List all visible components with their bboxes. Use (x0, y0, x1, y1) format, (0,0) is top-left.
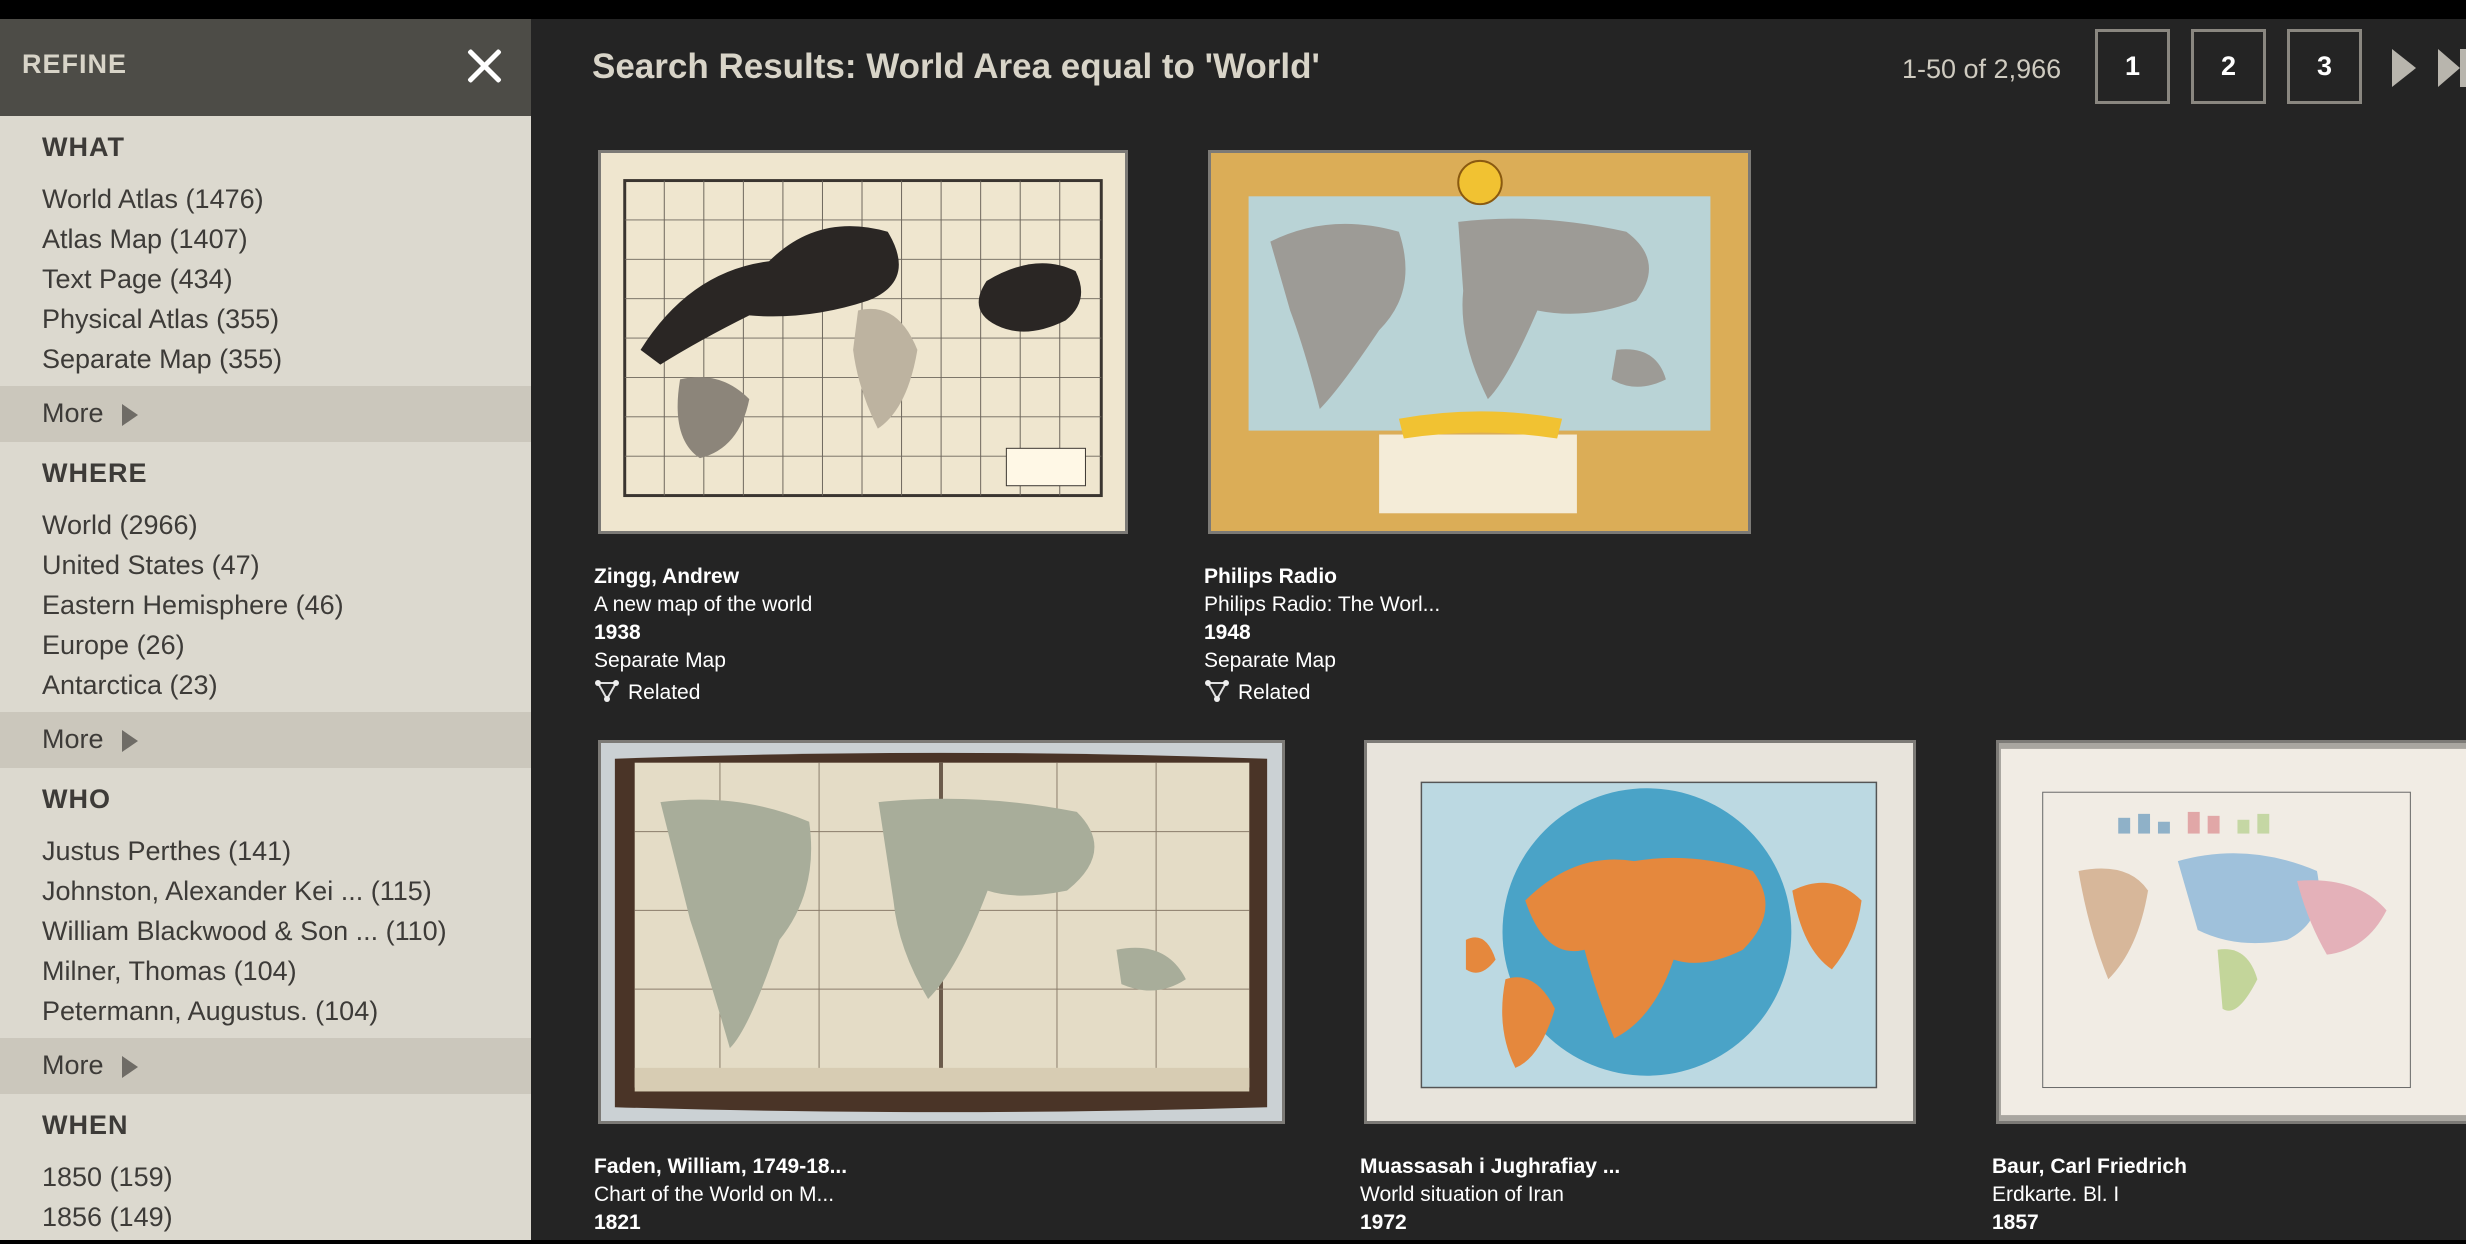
page-button-1[interactable]: 1 (2095, 29, 2170, 104)
close-icon[interactable] (462, 44, 506, 88)
facet-heading: WHAT (42, 132, 125, 162)
result-author[interactable]: Zingg, Andrew (594, 565, 739, 589)
facet-item[interactable]: World Atlas (1476) (42, 184, 264, 215)
result-count: 1-50 of 2,966 (1902, 54, 2062, 84)
result-author[interactable]: Philips Radio (1204, 565, 1337, 589)
result-type: Statistical Atlas (1360, 1239, 1501, 1240)
map-thumbnail[interactable] (1364, 740, 1916, 1124)
result-year: 1857 (1992, 1211, 2039, 1234)
facet-item[interactable]: Physical Atlas (355) (42, 304, 279, 335)
result-author[interactable]: Muassasah i Jughrafiay ... (1360, 1155, 1620, 1179)
facet-item[interactable]: Milner, Thomas (104) (42, 956, 297, 987)
chevron-right-icon (122, 1056, 138, 1078)
result-author[interactable]: Baur, Carl Friedrich (1992, 1155, 2187, 1179)
refine-header: REFINE (0, 19, 531, 116)
map-thumbnail[interactable] (598, 740, 1285, 1124)
refine-sidebar: REFINE WHAT World Atlas (1476) Atlas Map… (0, 19, 531, 1240)
related-link[interactable]: Related (1204, 679, 1310, 705)
result-year: 1938 (594, 621, 641, 644)
more-label: More (42, 1050, 104, 1080)
related-link[interactable]: Related (594, 679, 700, 705)
facet-item[interactable]: 1850 (159) (42, 1162, 173, 1193)
last-page-icon[interactable] (2438, 49, 2466, 87)
app-frame: REFINE WHAT World Atlas (1476) Atlas Map… (0, 19, 2466, 1240)
result-title[interactable]: Philips Radio: The Worl... (1204, 593, 1440, 617)
result-type: [School Atlas, World At... (594, 1239, 824, 1240)
facet-item[interactable]: William Blackwood & Son ... (110) (42, 916, 447, 947)
result-title[interactable]: A new map of the world (594, 593, 812, 617)
facet-item[interactable]: Europe (26) (42, 630, 185, 661)
page-title: Search Results: World Area equal to 'Wor… (592, 47, 1320, 86)
result-title[interactable]: Erdkarte. Bl. I (1992, 1183, 2119, 1207)
facet-item[interactable]: Text Page (434) (42, 264, 233, 295)
chevron-right-icon (122, 730, 138, 752)
facet-heading: WHERE (42, 458, 148, 488)
facet-item[interactable]: 1856 (149) (42, 1202, 173, 1233)
more-button-what[interactable]: More (0, 386, 531, 442)
facet-item[interactable]: World (2966) (42, 510, 198, 541)
facet-item[interactable]: Petermann, Augustus. (104) (42, 996, 378, 1027)
more-button-where[interactable]: More (0, 712, 531, 768)
result-title[interactable]: Chart of the World on M... (594, 1183, 834, 1207)
map-thumbnail[interactable] (598, 150, 1128, 534)
result-year: 1948 (1204, 621, 1251, 644)
facet-item[interactable]: United States (47) (42, 550, 260, 581)
result-year: 1821 (594, 1211, 641, 1234)
related-label: Related (1238, 681, 1311, 704)
result-title[interactable]: World situation of Iran (1360, 1183, 1564, 1207)
facet-heading: WHEN (42, 1110, 129, 1140)
result-type: Separate Map (1204, 649, 1336, 672)
page-button-2[interactable]: 2 (2191, 29, 2266, 104)
more-label: More (42, 724, 104, 754)
more-button-who[interactable]: More (0, 1038, 531, 1094)
result-author[interactable]: Faden, William, 1749-18... (594, 1155, 847, 1179)
facet-item[interactable]: Atlas Map (1407) (42, 224, 248, 255)
result-type: Thematic Atlas (1992, 1239, 2130, 1240)
map-thumbnail[interactable] (1996, 740, 2466, 1124)
map-thumbnail[interactable] (1208, 150, 1751, 534)
facet-item[interactable]: Eastern Hemisphere (46) (42, 590, 344, 621)
page-button-3[interactable]: 3 (2287, 29, 2362, 104)
chevron-right-icon (122, 404, 138, 426)
result-type: Separate Map (594, 649, 726, 672)
refine-title: REFINE (22, 49, 128, 79)
facet-item[interactable]: Johnston, Alexander Kei ... (115) (42, 876, 432, 907)
related-icon (1205, 680, 1229, 702)
facet-heading: WHO (42, 784, 111, 814)
more-label: More (42, 398, 104, 428)
facet-item[interactable]: Justus Perthes (141) (42, 836, 291, 867)
related-icon (595, 680, 619, 702)
next-page-icon[interactable] (2392, 49, 2416, 87)
result-year: 1972 (1360, 1211, 1407, 1234)
facet-item[interactable]: Antarctica (23) (42, 670, 218, 701)
related-label: Related (628, 681, 701, 704)
facet-item[interactable]: Separate Map (355) (42, 344, 282, 375)
